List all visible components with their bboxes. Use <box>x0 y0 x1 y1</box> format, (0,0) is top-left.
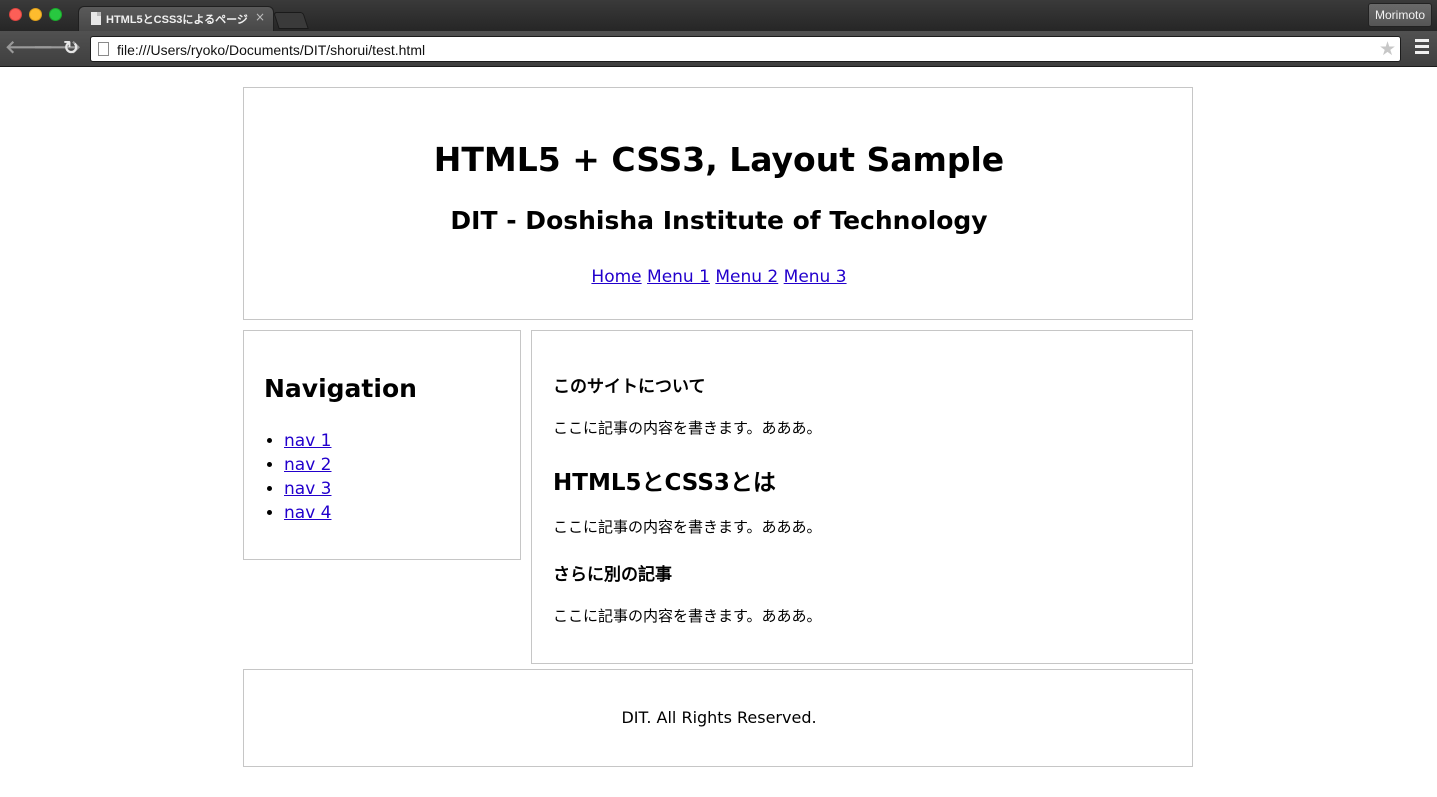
sidebar-item: nav 1 <box>284 429 331 453</box>
menu-link-home[interactable]: Home <box>591 267 641 287</box>
article-heading: さらに別の記事 <box>553 565 672 585</box>
sidebar-link-nav-3[interactable]: nav 3 <box>284 479 331 499</box>
browser-chrome: HTML5とCSS3によるページ × Morimoto 🡐 🡒 ↻ file:/… <box>0 0 1437 67</box>
close-window-button[interactable] <box>9 8 22 21</box>
sidebar-heading: Navigation <box>264 374 417 403</box>
sidebar-item: nav 3 <box>284 477 331 501</box>
profile-button[interactable]: Morimoto <box>1368 3 1432 27</box>
article-heading: HTML5とCSS3とは <box>553 470 776 496</box>
address-bar[interactable]: file:///Users/ryoko/Documents/DIT/shorui… <box>90 36 1401 62</box>
menu-link-menu-1[interactable]: Menu 1 <box>647 267 710 287</box>
sidebar-link-nav-2[interactable]: nav 2 <box>284 455 331 475</box>
reload-icon[interactable]: ↻ <box>61 38 81 58</box>
document-icon <box>91 12 101 25</box>
main-content: このサイトについて ここに記事の内容を書きます。あああ。 HTML5とCSS3と… <box>531 330 1193 664</box>
page-subtitle: DIT - Doshisha Institute of Technology <box>450 206 988 235</box>
address-bar-url[interactable]: file:///Users/ryoko/Documents/DIT/shorui… <box>117 42 425 58</box>
browser-toolbar: 🡐 🡒 ↻ file:///Users/ryoko/Documents/DIT/… <box>0 31 1437 67</box>
site-footer: DIT. All Rights Reserved. <box>243 669 1193 767</box>
browser-tab-active[interactable]: HTML5とCSS3によるページ × <box>78 6 274 31</box>
forward-arrow-icon[interactable]: 🡒 <box>33 38 81 58</box>
sidebar-list: nav 1 nav 2 nav 3 nav 4 <box>284 429 331 525</box>
zoom-window-button[interactable] <box>49 8 62 21</box>
site-header: HTML5 + CSS3, Layout Sample DIT - Doshis… <box>243 87 1193 320</box>
minimize-window-button[interactable] <box>29 8 42 21</box>
article-body: ここに記事の内容を書きます。あああ。 <box>553 607 822 625</box>
hamburger-menu-icon[interactable] <box>1415 39 1429 57</box>
page-title: HTML5 + CSS3, Layout Sample <box>433 140 1005 179</box>
back-arrow-icon[interactable]: 🡐 <box>5 38 53 58</box>
new-tab-button[interactable] <box>273 12 309 29</box>
tab-strip: HTML5とCSS3によるページ × Morimoto <box>0 0 1437 31</box>
sidebar-navigation: Navigation nav 1 nav 2 nav 3 nav 4 <box>243 330 521 560</box>
menu-link-menu-2[interactable]: Menu 2 <box>715 267 778 287</box>
article-body: ここに記事の内容を書きます。あああ。 <box>553 518 822 536</box>
article-body: ここに記事の内容を書きます。あああ。 <box>553 419 822 437</box>
tab-close-icon[interactable]: × <box>255 10 265 24</box>
header-menu: Home Menu 1 Menu 2 Menu 3 <box>244 267 1194 287</box>
bookmark-star-icon[interactable]: ★ <box>1379 38 1396 60</box>
page-icon <box>98 42 109 56</box>
menu-link-menu-3[interactable]: Menu 3 <box>784 267 847 287</box>
sidebar-item: nav 4 <box>284 501 331 525</box>
tab-title: HTML5とCSS3によるページ <box>106 14 248 26</box>
copyright-text: DIT. All Rights Reserved. <box>621 708 817 727</box>
article-heading: このサイトについて <box>553 377 706 397</box>
sidebar-link-nav-4[interactable]: nav 4 <box>284 503 331 523</box>
sidebar-item: nav 2 <box>284 453 331 477</box>
sidebar-link-nav-1[interactable]: nav 1 <box>284 431 331 451</box>
